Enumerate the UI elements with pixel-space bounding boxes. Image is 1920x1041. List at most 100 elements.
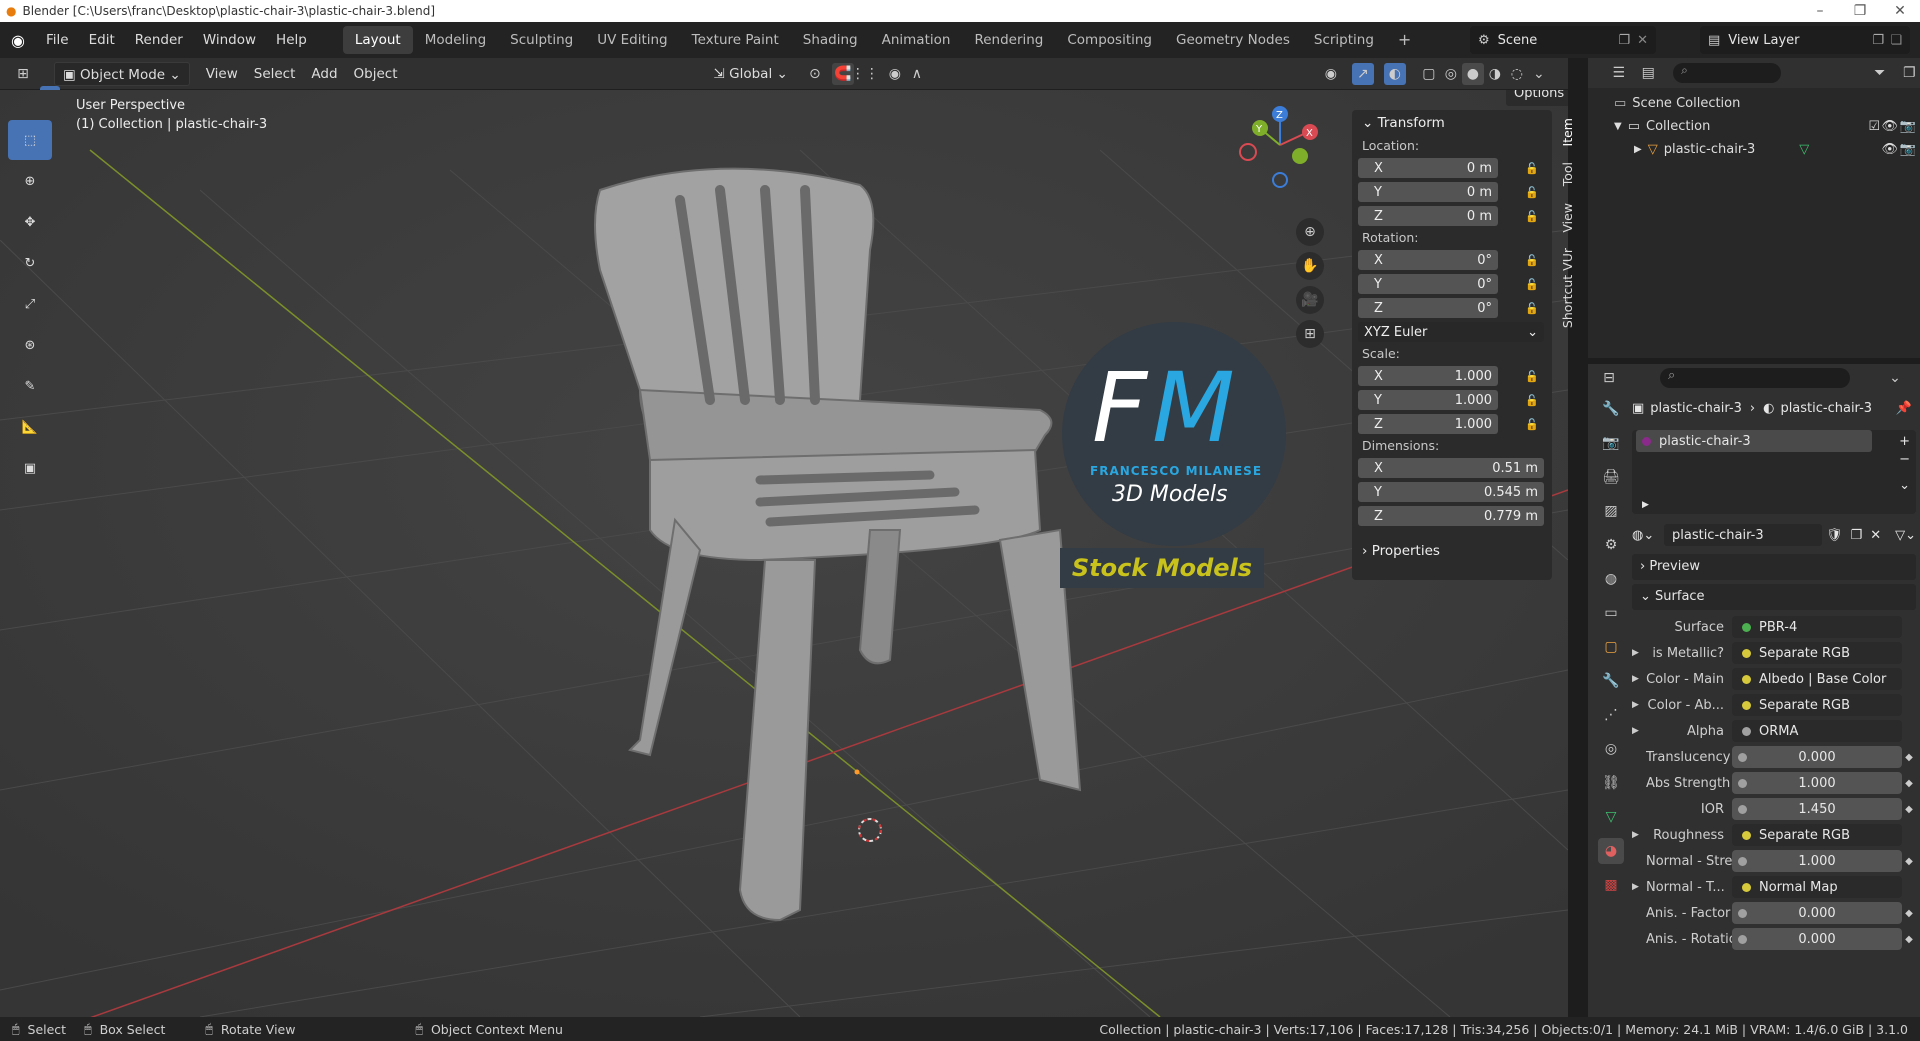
tab-rendering[interactable]: Rendering xyxy=(962,26,1055,54)
tab-animation[interactable]: Animation xyxy=(870,26,963,54)
location-x-field[interactable]: X 0 m xyxy=(1358,158,1498,178)
blender-menu-icon[interactable]: ◉ xyxy=(0,31,36,50)
input-link-field[interactable]: Separate RGB xyxy=(1732,694,1902,716)
lock-icon[interactable]: 🔓 xyxy=(1524,184,1540,200)
scale-x-field[interactable]: X 1.000 xyxy=(1358,366,1498,386)
keyframe-icon[interactable]: ◆ xyxy=(1902,804,1916,815)
transform-orientation-dropdown[interactable]: ⇲ Global ⌄ xyxy=(706,62,796,86)
socket-icon[interactable] xyxy=(1742,726,1751,736)
select-box-tool-icon[interactable]: ⬚ xyxy=(8,120,52,160)
exclude-checkbox[interactable]: ☑ xyxy=(1868,119,1880,134)
material-shading-icon[interactable]: ◑ xyxy=(1484,63,1506,85)
expand-input-icon[interactable]: ▶ xyxy=(1632,726,1646,736)
scale-y-field[interactable]: Y 1.000 xyxy=(1358,390,1498,410)
options-chevron-icon[interactable]: ⌄ xyxy=(1884,367,1906,389)
cursor-tool-icon[interactable]: ⊕ xyxy=(8,161,52,201)
unlink-material-icon[interactable]: ✕ xyxy=(1870,528,1881,543)
keyframe-icon[interactable]: ◆ xyxy=(1902,908,1916,919)
tab-view[interactable]: View xyxy=(1560,203,1575,233)
material-tab-icon[interactable]: ◕ xyxy=(1598,838,1624,864)
render-tab-icon[interactable]: 📷 xyxy=(1598,430,1624,456)
transform-panel-header[interactable]: ⌄ Transform xyxy=(1352,110,1552,136)
socket-icon[interactable] xyxy=(1738,934,1747,944)
input-link-field[interactable]: Separate RGB xyxy=(1732,824,1902,846)
camera-render-icon[interactable]: 📷 xyxy=(1900,119,1916,134)
lock-icon[interactable]: 🔓 xyxy=(1524,252,1540,268)
duplicate-material-icon[interactable]: ❐ xyxy=(1851,528,1863,543)
3d-viewport[interactable]: User Perspective (1) Collection | plasti… xyxy=(0,90,1568,1017)
input-value-slider[interactable]: 0.000 xyxy=(1732,902,1902,924)
wireframe-shading-icon[interactable]: ◎ xyxy=(1440,63,1462,85)
input-link-field[interactable]: Separate RGB xyxy=(1732,642,1902,664)
xray-icon[interactable]: ▢ xyxy=(1418,63,1440,85)
collection-tab-icon[interactable]: ▭ xyxy=(1598,600,1624,626)
scene-tab-icon[interactable]: ⚙ xyxy=(1598,532,1624,558)
measure-tool-icon[interactable]: 📐 xyxy=(8,407,52,447)
expand-input-icon[interactable]: ▶ xyxy=(1632,674,1646,684)
keyframe-icon[interactable]: ◆ xyxy=(1902,934,1916,945)
socket-icon[interactable] xyxy=(1742,622,1751,632)
object-menu[interactable]: Object xyxy=(346,62,406,86)
rotation-mode-dropdown[interactable]: XYZ Euler ⌄ xyxy=(1358,322,1544,342)
expand-input-icon[interactable]: ▶ xyxy=(1632,700,1646,710)
expand-input-icon[interactable]: ▶ xyxy=(1632,648,1646,658)
input-value-slider[interactable]: 1.450 xyxy=(1732,798,1902,820)
select-menu[interactable]: Select xyxy=(246,62,304,86)
lock-icon[interactable]: 🔓 xyxy=(1524,392,1540,408)
tool-tab-icon[interactable]: 🔧 xyxy=(1598,396,1624,422)
output-tab-icon[interactable]: 🖨 xyxy=(1598,464,1624,490)
input-value-slider[interactable]: 1.000 xyxy=(1732,772,1902,794)
socket-icon[interactable] xyxy=(1742,882,1751,892)
scene-collection-row[interactable]: ▭ Scene Collection xyxy=(1614,92,1920,115)
overlay-toggle-icon[interactable]: ◐ xyxy=(1383,62,1406,85)
modifier-tab-icon[interactable]: 🔧 xyxy=(1598,668,1624,694)
object-row[interactable]: ▶ ▽ plastic-chair-3 ▽ 👁 📷 xyxy=(1614,138,1920,161)
socket-icon[interactable] xyxy=(1742,700,1751,710)
socket-icon[interactable] xyxy=(1738,752,1747,762)
data-tab-icon[interactable]: ▽ xyxy=(1598,804,1624,830)
object-tab-icon[interactable]: ▢ xyxy=(1598,634,1624,660)
tab-sculpting[interactable]: Sculpting xyxy=(498,26,585,54)
menu-render[interactable]: Render xyxy=(125,22,193,58)
solid-shading-icon[interactable]: ● xyxy=(1461,62,1484,85)
filter-icon[interactable]: ⏷ xyxy=(1869,62,1891,84)
display-mode-icon[interactable]: ▤ xyxy=(1638,62,1660,84)
fake-user-icon[interactable]: 🛡 xyxy=(1826,528,1843,543)
socket-icon[interactable] xyxy=(1738,804,1747,814)
socket-icon[interactable] xyxy=(1742,674,1751,684)
menu-help[interactable]: Help xyxy=(266,22,317,58)
tab-shortcut-vur[interactable]: Shortcut VUr xyxy=(1560,248,1575,328)
input-value-slider[interactable]: 1.000 xyxy=(1732,850,1902,872)
location-z-field[interactable]: Z 0 m xyxy=(1358,206,1498,226)
rotation-y-field[interactable]: Y 0° xyxy=(1358,274,1498,294)
rotation-z-field[interactable]: Z 0° xyxy=(1358,298,1498,318)
tab-tool[interactable]: Tool xyxy=(1560,162,1575,186)
view-menu[interactable]: View xyxy=(198,62,246,86)
view-layer-selector[interactable]: ▤ View Layer ❐ ❏ xyxy=(1700,26,1910,54)
expand-list-icon[interactable]: ▶ xyxy=(1642,500,1649,510)
lock-icon[interactable]: 🔓 xyxy=(1524,300,1540,316)
proportional-edit-icon[interactable]: ◉ xyxy=(884,63,906,85)
close-window-button[interactable]: ✕ xyxy=(1880,0,1920,22)
editor-type-icon[interactable]: ⊞ xyxy=(12,63,34,85)
keyframe-icon[interactable]: ◆ xyxy=(1902,856,1916,867)
input-link-field[interactable]: Normal Map xyxy=(1732,876,1902,898)
options-dropdown[interactable]: Options ⌄ xyxy=(1506,90,1568,125)
eye-icon[interactable]: 👁 xyxy=(1881,142,1898,157)
eye-icon[interactable]: 👁 xyxy=(1881,119,1898,134)
socket-icon[interactable] xyxy=(1738,778,1747,788)
socket-icon[interactable] xyxy=(1738,856,1747,866)
pin-icon[interactable]: 📌 xyxy=(1896,401,1912,416)
material-name-field[interactable]: plastic-chair-3 xyxy=(1664,524,1823,546)
navigation-gizmo[interactable]: Z X Y xyxy=(1230,100,1320,200)
properties-editor-icon[interactable]: ⊟ xyxy=(1598,367,1620,389)
perspective-toggle-icon[interactable]: ⊞ xyxy=(1296,320,1324,348)
add-cube-tool-icon[interactable]: ▣ xyxy=(8,448,52,488)
dimensions-z-field[interactable]: Z 0.779 m xyxy=(1358,506,1544,526)
world-tab-icon[interactable]: ◍ xyxy=(1598,566,1624,592)
collection-row[interactable]: ▼ ▭ Collection ☑ 👁 📷 xyxy=(1614,115,1920,138)
dimensions-x-field[interactable]: X 0.51 m xyxy=(1358,458,1544,478)
input-link-field[interactable]: PBR-4 xyxy=(1732,616,1902,638)
tab-compositing[interactable]: Compositing xyxy=(1055,26,1164,54)
new-view-layer-icon[interactable]: ❐ xyxy=(1872,33,1884,48)
